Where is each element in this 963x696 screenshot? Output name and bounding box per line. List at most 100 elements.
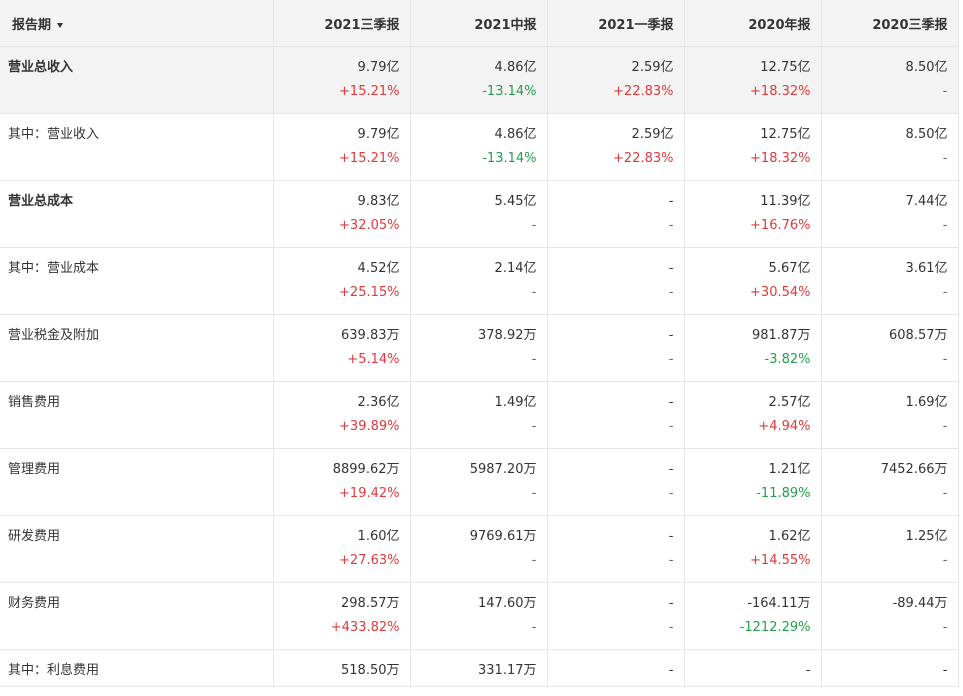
cell-value: - [668,328,674,343]
table-row: 其中：营业成本 4.52亿 +25.15% 2.14亿 - - -5.67亿 +30.54% 3… [0,247,959,315]
column-header: 2020年报 [684,0,822,47]
cell-change: -3.82% [764,352,811,367]
data-cell: 2.14亿 - [410,247,548,315]
data-cell: 518.50万 [273,649,411,687]
row-label-cell: 销售费用 [0,381,274,449]
cell-value: 639.83万 [341,328,400,343]
cell-value: 2.59亿 [631,127,674,142]
cell-value: - [668,663,674,678]
data-cell: 8.50亿 - [821,46,959,114]
row-label-cell: 研发费用 [0,515,274,583]
cell-change: +433.82% [330,620,400,635]
cell-value: 2.59亿 [631,60,674,75]
data-cell: 2.59亿 +22.83% [547,46,685,114]
table-row: 营业总收入 9.79亿 +15.21% 4.86亿 -13.14% 2.59亿 +22.83… [0,46,959,114]
cell-change: - [942,84,948,99]
cell-value: - [668,529,674,544]
cell-value: 12.75亿 [760,60,811,75]
data-cell: - [547,649,685,687]
cell-value: 4.52亿 [357,261,400,276]
cell-value: 11.39亿 [760,194,811,209]
data-cell: 298.57万 +433.82% [273,582,411,650]
cell-change: -13.14% [482,84,537,99]
data-cell: 9.83亿 +32.05% [273,180,411,248]
cell-value: 9.79亿 [357,60,400,75]
data-cell: 1.49亿 - [410,381,548,449]
data-cell: 1.60亿 +27.63% [273,515,411,583]
cell-change: - [942,151,948,166]
cell-change: - [942,218,948,233]
row-label-cell: 营业总收入 [0,46,274,114]
row-label: 其中：营业收入 [8,127,100,142]
data-cell: - [684,649,822,687]
cell-change: +30.54% [750,285,811,300]
data-cell: 5.67亿 +30.54% [684,247,822,315]
cell-change: - [531,486,537,501]
cell-value: - [668,194,674,209]
cell-value: 1.60亿 [357,529,400,544]
data-cell: 4.52亿 +25.15% [273,247,411,315]
cell-value: 2.57亿 [768,395,811,410]
data-cell: 4.86亿 -13.14% [410,46,548,114]
data-cell: 1.25亿 - [821,515,959,583]
row-label: 研发费用 [8,529,61,544]
cell-value: 7452.66万 [880,462,948,477]
data-cell: -- [547,180,685,248]
row-label: 其中：利息费用 [8,663,100,678]
cell-value: 4.86亿 [494,127,537,142]
cell-value: 298.57万 [341,596,400,611]
row-label-cell: 管理费用 [0,448,274,516]
column-header: 2021中报 [410,0,548,47]
table-row: 管理费用 8899.62万 +19.42% 5987.20万 - - -1.21亿 -11.8… [0,448,959,516]
cell-value: 9.79亿 [357,127,400,142]
row-label: 营业总收入 [8,60,74,75]
cell-value: - [668,395,674,410]
cell-change: - [668,218,674,233]
data-cell: -- [547,582,685,650]
cell-change: +32.05% [339,218,400,233]
cell-change: +18.32% [750,151,811,166]
table-row: 财务费用 298.57万 +433.82% 147.60万 - - - -164.11万 -12… [0,582,959,650]
data-cell: 5987.20万 - [410,448,548,516]
caret-down-icon [57,22,64,28]
cell-change: - [942,486,948,501]
cell-change: -1212.29% [739,620,811,635]
data-cell: 5.45亿 - [410,180,548,248]
cell-value: 8.50亿 [905,60,948,75]
cell-change: -11.89% [756,486,811,501]
data-cell: 1.69亿 - [821,381,959,449]
row-label-cell: 其中：营业收入 [0,113,274,181]
cell-change: - [942,419,948,434]
data-cell: 12.75亿 +18.32% [684,113,822,181]
data-cell: 9.79亿 +15.21% [273,113,411,181]
data-cell: -- [547,314,685,382]
cell-change: +5.14% [347,352,400,367]
cell-change: - [668,352,674,367]
column-header: 2020三季报 [821,0,959,47]
cell-change: +15.21% [339,151,400,166]
data-cell: 331.17万 [410,649,548,687]
cell-value: 1.49亿 [494,395,537,410]
data-cell: 9769.61万 - [410,515,548,583]
table-row: 营业税金及附加 639.83万 +5.14% 378.92万 - - -981.87万 -3.… [0,314,959,382]
data-cell: 12.75亿 +18.32% [684,46,822,114]
cell-value: 1.21亿 [768,462,811,477]
cell-value: 9769.61万 [469,529,537,544]
financial-table: 报告期 2021三季报 2021中报 2021一季报 2020年报 2020三季… [0,0,959,687]
cell-value: 518.50万 [341,663,400,678]
data-cell: 8899.62万 +19.42% [273,448,411,516]
data-cell: 8.50亿 - [821,113,959,181]
data-cell: 7452.66万 - [821,448,959,516]
data-cell: 7.44亿 - [821,180,959,248]
cell-value: 981.87万 [752,328,811,343]
data-cell: 608.57万 - [821,314,959,382]
cell-value: - [942,663,948,678]
cell-value: 9.83亿 [357,194,400,209]
row-label: 销售费用 [8,395,61,410]
cell-value: 608.57万 [889,328,948,343]
cell-change: +18.32% [750,84,811,99]
cell-value: 2.14亿 [494,261,537,276]
cell-value: 8899.62万 [332,462,400,477]
report-period-dropdown[interactable]: 报告期 [0,0,274,47]
row-label: 其中：营业成本 [8,261,100,276]
